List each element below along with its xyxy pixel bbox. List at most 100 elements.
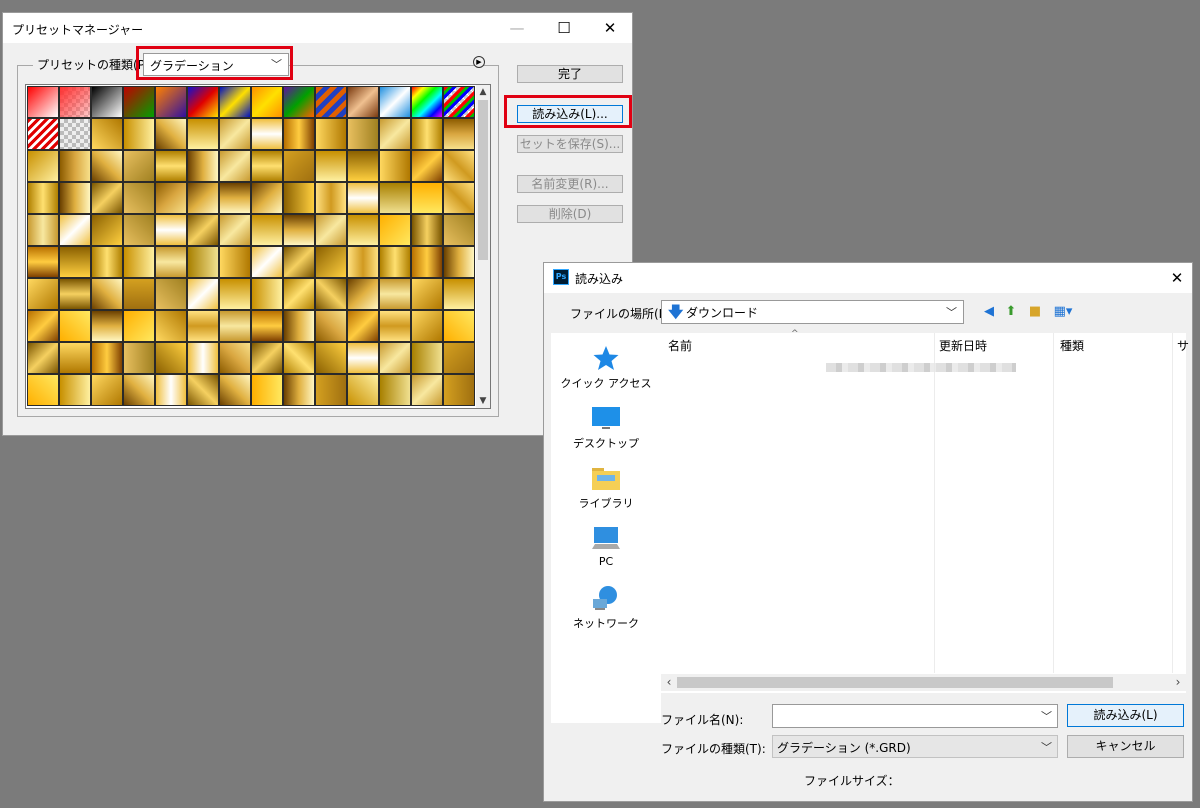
- gradient-swatch[interactable]: [219, 86, 251, 118]
- gradient-swatch[interactable]: [347, 150, 379, 182]
- gradient-swatch[interactable]: [187, 246, 219, 278]
- load-button[interactable]: 読み込み(L)...: [517, 105, 623, 123]
- gradient-swatch[interactable]: [219, 374, 251, 406]
- gradient-swatch[interactable]: [379, 182, 411, 214]
- gradient-swatch[interactable]: [251, 86, 283, 118]
- look-in-select[interactable]: 🡇 ダウンロード ﹀: [661, 300, 964, 324]
- gradient-swatch[interactable]: [219, 118, 251, 150]
- gradient-swatch[interactable]: [347, 246, 379, 278]
- gradient-swatch[interactable]: [187, 182, 219, 214]
- gradient-swatch[interactable]: [251, 310, 283, 342]
- gradient-swatch[interactable]: [347, 182, 379, 214]
- gradient-swatch[interactable]: [315, 246, 347, 278]
- gradient-swatch[interactable]: [27, 86, 59, 118]
- gradient-swatch[interactable]: [219, 150, 251, 182]
- gradient-swatch[interactable]: [411, 246, 443, 278]
- gradient-swatch[interactable]: [91, 182, 123, 214]
- gradient-swatch[interactable]: [411, 182, 443, 214]
- gradient-swatch[interactable]: [155, 374, 187, 406]
- close-icon[interactable]: ✕: [587, 13, 633, 43]
- gradient-swatch[interactable]: [91, 214, 123, 246]
- gradient-swatch[interactable]: [155, 342, 187, 374]
- rename-button[interactable]: 名前変更(R)...: [517, 175, 623, 193]
- gradient-swatch[interactable]: [379, 118, 411, 150]
- scroll-up-icon[interactable]: ▲: [476, 85, 490, 99]
- gradient-swatch[interactable]: [27, 342, 59, 374]
- gradient-swatch[interactable]: [219, 246, 251, 278]
- gradient-swatch[interactable]: [123, 150, 155, 182]
- gradient-swatch[interactable]: [219, 214, 251, 246]
- gradient-swatch[interactable]: [59, 150, 91, 182]
- gradient-swatch[interactable]: [59, 342, 91, 374]
- cancel-button[interactable]: キャンセル: [1067, 735, 1184, 758]
- back-icon[interactable]: ◀: [980, 303, 998, 321]
- gradient-swatch[interactable]: [123, 214, 155, 246]
- gradient-swatch[interactable]: [411, 342, 443, 374]
- gradient-swatch[interactable]: [91, 310, 123, 342]
- delete-button[interactable]: 削除(D): [517, 205, 623, 223]
- gradient-swatch[interactable]: [155, 278, 187, 310]
- gradient-swatch[interactable]: [315, 374, 347, 406]
- gradient-swatch[interactable]: [443, 374, 475, 406]
- gradient-swatch[interactable]: [91, 342, 123, 374]
- gradient-swatch[interactable]: [251, 246, 283, 278]
- gradient-swatch[interactable]: [379, 150, 411, 182]
- preset-type-select[interactable]: グラデーション ﹀: [143, 53, 289, 76]
- gradient-swatch[interactable]: [59, 278, 91, 310]
- gradient-swatch[interactable]: [27, 374, 59, 406]
- place-library[interactable]: ライブラリ: [551, 465, 661, 511]
- gradient-swatch[interactable]: [315, 150, 347, 182]
- gradient-swatch[interactable]: [155, 150, 187, 182]
- gradient-swatch[interactable]: [251, 182, 283, 214]
- gradient-swatch[interactable]: [379, 310, 411, 342]
- gradient-swatch[interactable]: [283, 182, 315, 214]
- maximize-icon[interactable]: ☐: [541, 13, 587, 43]
- gradient-swatch[interactable]: [91, 86, 123, 118]
- load-dialog-titlebar[interactable]: Ps 読み込み ✕: [544, 263, 1192, 293]
- chevron-down-icon[interactable]: ﹀: [1041, 708, 1052, 724]
- gradient-swatch[interactable]: [123, 374, 155, 406]
- gradient-swatch[interactable]: [123, 246, 155, 278]
- gradient-swatch[interactable]: [315, 118, 347, 150]
- gradient-swatch[interactable]: [283, 86, 315, 118]
- gradient-swatch[interactable]: [251, 374, 283, 406]
- place-desktop[interactable]: デスクトップ: [551, 405, 661, 451]
- gradient-swatch[interactable]: [347, 118, 379, 150]
- gradient-swatch[interactable]: [347, 214, 379, 246]
- gradient-swatch[interactable]: [347, 278, 379, 310]
- gradient-swatch[interactable]: [443, 214, 475, 246]
- gradient-swatch[interactable]: [155, 246, 187, 278]
- scroll-left-icon[interactable]: ‹: [661, 674, 677, 691]
- gradient-swatch[interactable]: [155, 86, 187, 118]
- gradient-swatch[interactable]: [27, 150, 59, 182]
- gradient-swatch[interactable]: [411, 310, 443, 342]
- scroll-thumb[interactable]: [478, 100, 488, 260]
- gradient-swatch[interactable]: [315, 310, 347, 342]
- place-network[interactable]: ネットワーク: [551, 585, 661, 631]
- column-header-size[interactable]: サ: [1177, 337, 1189, 354]
- place-pc[interactable]: PC: [551, 525, 661, 568]
- gradient-swatch[interactable]: [27, 278, 59, 310]
- gradient-swatch[interactable]: [187, 214, 219, 246]
- gradient-swatch[interactable]: [283, 150, 315, 182]
- gradient-swatch[interactable]: [219, 182, 251, 214]
- gradient-swatch[interactable]: [315, 278, 347, 310]
- gradient-swatch[interactable]: [443, 310, 475, 342]
- vertical-scrollbar[interactable]: ▲ ▼: [476, 85, 490, 408]
- gradient-swatch[interactable]: [443, 150, 475, 182]
- column-header-type[interactable]: 種類: [1060, 337, 1084, 354]
- gradient-swatch[interactable]: [251, 278, 283, 310]
- gradient-swatch[interactable]: [187, 118, 219, 150]
- gradient-swatch[interactable]: [315, 182, 347, 214]
- gradient-swatch[interactable]: [443, 86, 475, 118]
- minimize-icon[interactable]: —: [494, 13, 540, 43]
- gradient-swatch[interactable]: [379, 86, 411, 118]
- scroll-right-icon[interactable]: ›: [1170, 674, 1186, 691]
- gradient-swatch[interactable]: [379, 246, 411, 278]
- gradient-swatch[interactable]: [411, 118, 443, 150]
- gradient-swatch[interactable]: [123, 310, 155, 342]
- gradient-swatch[interactable]: [91, 278, 123, 310]
- gradient-swatch[interactable]: [379, 342, 411, 374]
- gradient-swatch[interactable]: [443, 246, 475, 278]
- gradient-swatch[interactable]: [251, 342, 283, 374]
